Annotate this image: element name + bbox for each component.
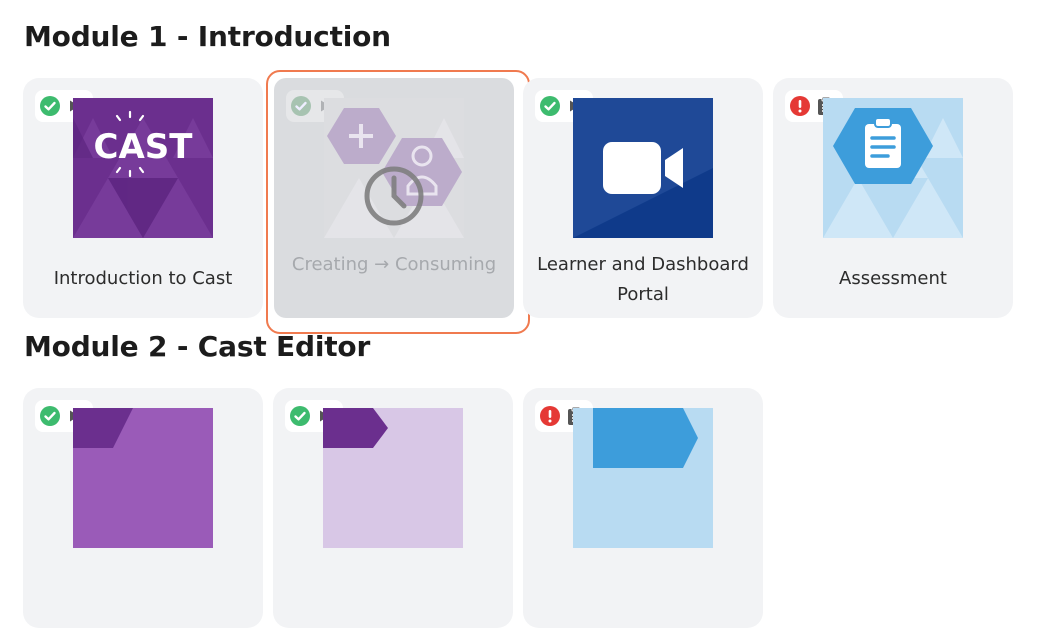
cast-logo-thumbnail: CAST bbox=[73, 98, 213, 238]
lesson-card-module-2-3[interactable] bbox=[523, 388, 763, 628]
module-1-title: Module 1 - Introduction bbox=[24, 20, 391, 53]
lesson-title: Creating → Consuming bbox=[291, 254, 497, 275]
creating-consuming-thumbnail bbox=[324, 98, 464, 238]
module-2-thumbnail-1 bbox=[73, 408, 213, 548]
lesson-title: Learner and Dashboard Portal bbox=[537, 254, 749, 305]
check-circle-icon bbox=[40, 406, 60, 426]
lesson-card-module-2-2[interactable] bbox=[273, 388, 513, 628]
lesson-card-learner-dashboard-portal[interactable]: Learner and Dashboard Portal bbox=[523, 78, 763, 318]
lesson-card-inner: Creating → Consuming bbox=[274, 78, 514, 318]
lesson-card-introduction-to-cast[interactable]: CAST Introduction to Cast bbox=[23, 78, 263, 318]
module-2-thumbnail-2 bbox=[323, 408, 463, 548]
alert-circle-icon bbox=[790, 96, 810, 116]
video-camera-thumbnail bbox=[573, 98, 713, 238]
cast-logo-text: CAST bbox=[94, 127, 194, 167]
check-circle-icon bbox=[40, 96, 60, 116]
lesson-title: Introduction to Cast bbox=[53, 268, 233, 289]
lesson-card-creating-consuming[interactable]: Creating → Consuming bbox=[266, 70, 530, 334]
check-circle-icon bbox=[291, 96, 311, 116]
assessment-thumbnail bbox=[823, 98, 963, 238]
module-2-title: Module 2 - Cast Editor bbox=[24, 330, 371, 363]
lesson-card-module-2-1[interactable] bbox=[23, 388, 263, 628]
check-circle-icon bbox=[290, 406, 310, 426]
module-2-thumbnail-3 bbox=[573, 408, 713, 548]
check-circle-icon bbox=[540, 96, 560, 116]
lesson-card-assessment[interactable]: Assessment bbox=[773, 78, 1013, 318]
alert-circle-icon bbox=[540, 406, 560, 426]
lesson-title: Assessment bbox=[839, 268, 947, 289]
